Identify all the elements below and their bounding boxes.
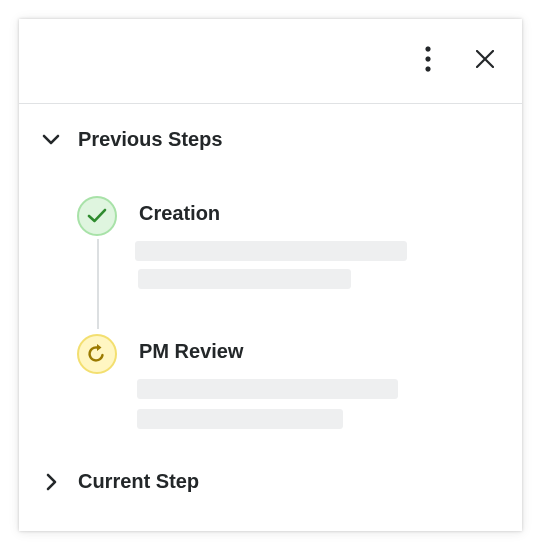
more-vertical-icon — [425, 46, 431, 72]
previous-steps-label: Previous Steps — [78, 128, 223, 151]
current-step-toggle[interactable]: Current Step — [39, 464, 199, 500]
step-title: Creation — [139, 203, 221, 225]
refresh-icon — [88, 344, 104, 362]
current-step-label: Current Step — [78, 470, 200, 493]
chevron-right-icon — [39, 470, 63, 494]
skeleton-line — [138, 269, 351, 289]
skeleton-line — [135, 241, 407, 261]
skeleton-line — [137, 409, 343, 429]
skeleton-line — [137, 379, 398, 399]
previous-steps-toggle[interactable]: Previous Steps — [39, 122, 223, 158]
close-button[interactable] — [469, 43, 501, 75]
panel-header — [19, 19, 522, 104]
more-options-button[interactable] — [412, 43, 444, 75]
step-details-panel: Previous Steps Creation PM Review Curren… — [19, 19, 522, 531]
step-title: PM Review — [139, 341, 244, 363]
chevron-down-icon — [39, 128, 63, 152]
close-icon — [476, 50, 494, 68]
step-status-complete — [77, 196, 117, 236]
step-status-in-progress — [77, 334, 117, 374]
check-icon — [87, 208, 107, 223]
